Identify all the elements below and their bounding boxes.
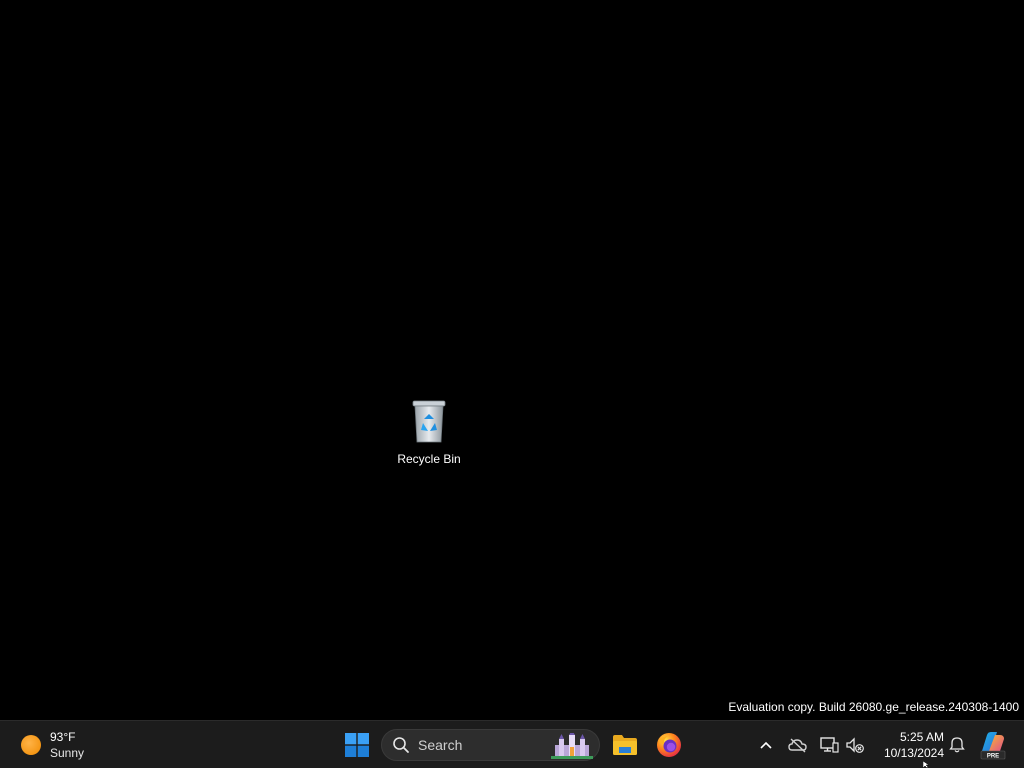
taskbar-file-explorer[interactable] [606, 726, 644, 764]
bell-icon [949, 737, 965, 753]
start-button[interactable] [340, 726, 374, 764]
tray-onedrive[interactable] [786, 733, 810, 757]
chevron-up-icon [760, 741, 772, 749]
taskbar: 93°F Sunny Search 5:25 AM 10/13/2024 PRE [0, 720, 1024, 768]
clock-time: 5:25 AM [899, 730, 944, 744]
sun-icon [21, 735, 41, 755]
weather-temperature: 93°F [50, 730, 76, 744]
weather-widget[interactable]: 93°F Sunny [14, 726, 84, 764]
notification-center-button[interactable] [945, 733, 969, 757]
copilot-pre-icon[interactable]: PRE [978, 729, 1008, 761]
svg-text:PRE: PRE [987, 754, 999, 760]
evaluation-watermark: Evaluation copy. Build 26080.ge_release.… [728, 700, 1019, 714]
network-disconnected-icon [820, 737, 839, 753]
firefox-icon [657, 733, 681, 757]
desktop[interactable]: Recycle Bin Evaluation copy. Build 26080… [0, 0, 1024, 720]
recycle-bin-label: Recycle Bin [397, 452, 461, 466]
search-placeholder: Search [418, 737, 463, 753]
mouse-cursor-icon [923, 761, 930, 768]
onedrive-offline-icon [788, 738, 807, 753]
tray-volume[interactable] [843, 733, 867, 757]
windows-logo-icon [345, 733, 369, 757]
clock-date: 10/13/2024 [883, 746, 944, 760]
tray-network[interactable] [817, 733, 841, 757]
volume-muted-icon [846, 737, 864, 753]
search-highlight-icon [551, 733, 593, 759]
show-hidden-icons-button[interactable] [754, 733, 778, 757]
taskbar-clock[interactable]: 5:25 AM 10/13/2024 [872, 727, 944, 763]
taskbar-firefox[interactable] [650, 726, 688, 764]
recycle-bin-shortcut[interactable]: Recycle Bin [394, 398, 464, 468]
weather-condition: Sunny [50, 746, 85, 760]
search-icon [393, 737, 409, 753]
folder-icon [613, 735, 637, 755]
recycle-bin-icon [412, 400, 446, 443]
search-box[interactable]: Search [381, 729, 600, 761]
